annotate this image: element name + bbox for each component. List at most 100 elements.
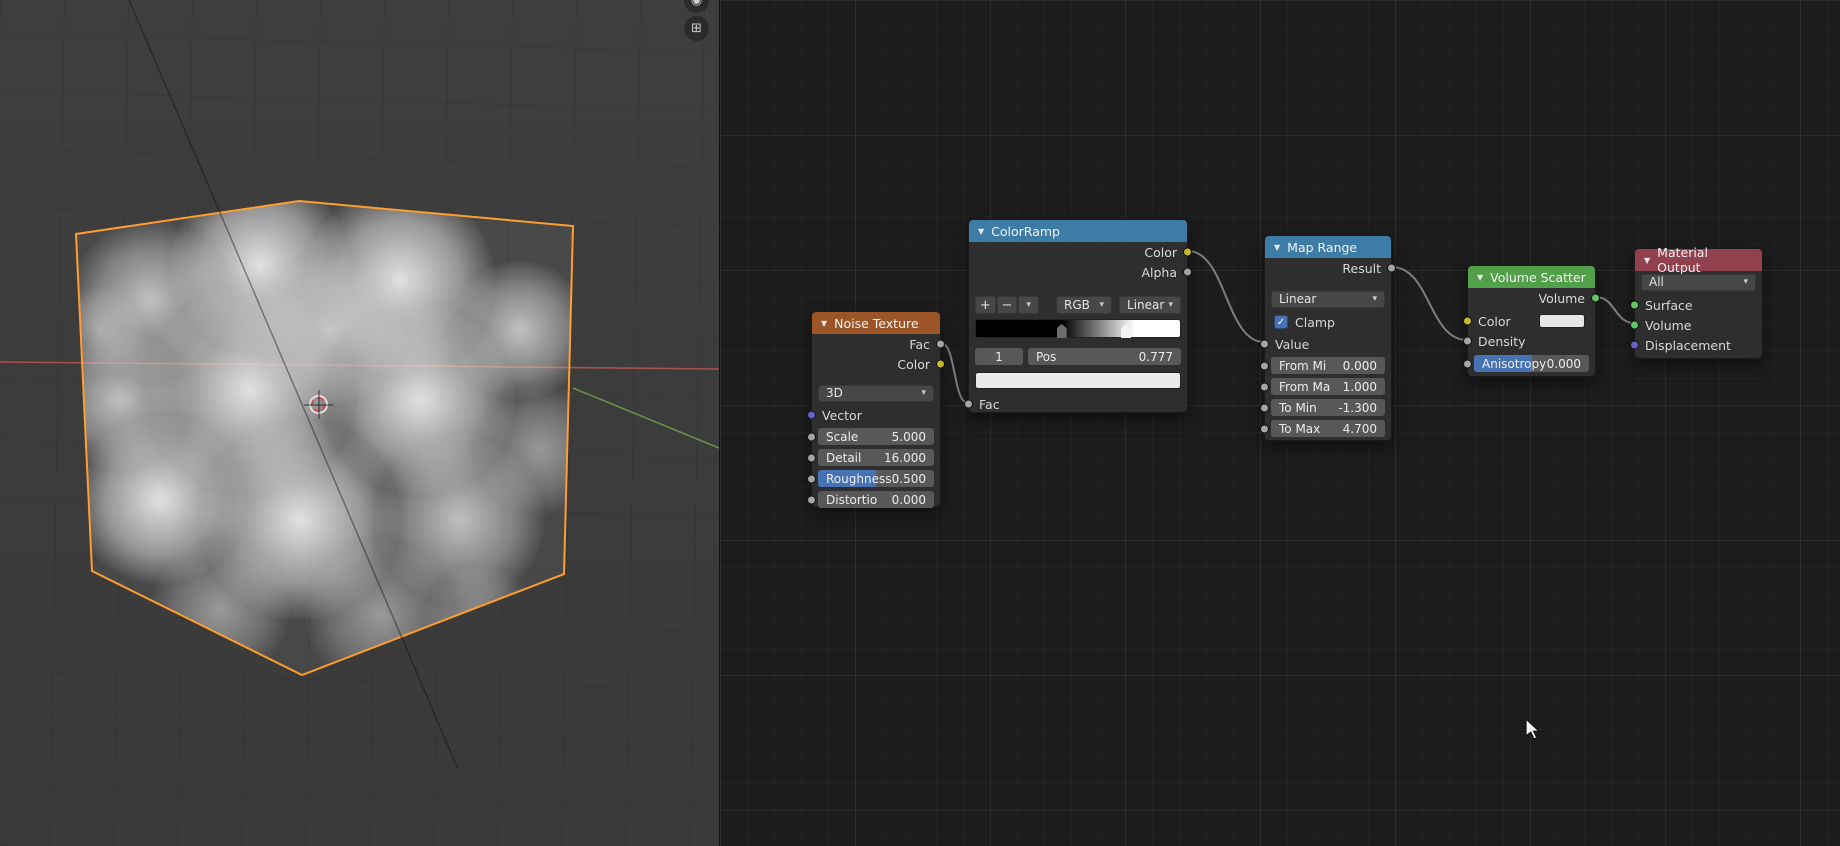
add-stop-button[interactable]: + xyxy=(975,296,996,314)
socket-anisotropy-input[interactable] xyxy=(1463,359,1472,368)
socket-vector-input[interactable] xyxy=(807,410,816,420)
socket-volume-output[interactable] xyxy=(1591,293,1600,303)
socket-roughness-input[interactable] xyxy=(807,474,816,483)
target-dropdown[interactable]: All ▾ xyxy=(1641,273,1756,291)
ramp-handle-0[interactable] xyxy=(1056,324,1067,338)
collapse-icon[interactable]: ▼ xyxy=(1274,243,1280,252)
anisotropy-slider[interactable]: Anisotropy 0.000 xyxy=(1474,355,1589,372)
node-title: Noise Texture xyxy=(834,315,919,331)
node-noise-texture[interactable]: ▼ Noise Texture Fac Color 3D ▾ Vector Sc… xyxy=(807,311,945,509)
slider-label: Distortio xyxy=(826,492,878,507)
socket-from-max-input[interactable] xyxy=(1260,382,1269,391)
distortion-row: Distortio 0.000 xyxy=(807,490,940,509)
clamp-row: ✓ Clamp xyxy=(1265,314,1391,330)
socket-color-output[interactable] xyxy=(936,359,945,369)
stop-color-swatch[interactable] xyxy=(975,372,1181,389)
node-title: Map Range xyxy=(1287,239,1358,255)
socket-surface-input[interactable] xyxy=(1630,300,1639,310)
dimensions-dropdown[interactable]: 3D ▾ xyxy=(818,384,934,402)
node-material-output[interactable]: ▼ Material Output All ▾ Surface Volume D… xyxy=(1630,245,1763,359)
socket-from-min-input[interactable] xyxy=(1260,361,1269,370)
viewport-3d[interactable]: ◉ ⊞ xyxy=(0,0,719,846)
socket-detail-input[interactable] xyxy=(807,453,816,462)
dropdown-value: All xyxy=(1649,275,1664,289)
socket-value-input[interactable] xyxy=(1260,339,1269,349)
socket-distortion-input[interactable] xyxy=(807,495,816,504)
output-label: Color xyxy=(897,356,930,372)
colorramp-gradient[interactable] xyxy=(975,319,1181,338)
output-row-alpha: Alpha xyxy=(969,262,1192,282)
node-volume-scatter[interactable]: ▼ Volume Scatter Volume Color Density An… xyxy=(1463,265,1600,377)
scale-slider[interactable]: Scale 5.000 xyxy=(818,428,934,445)
stop-position-slider[interactable]: Pos 0.777 xyxy=(1028,348,1181,365)
checkbox-label: Clamp xyxy=(1295,314,1335,330)
remove-stop-button[interactable]: − xyxy=(996,296,1018,314)
node-title: ColorRamp xyxy=(991,223,1060,239)
stop-position-row: 1 Pos 0.777 xyxy=(969,348,1187,366)
socket-scale-input[interactable] xyxy=(807,432,816,441)
socket-displacement-input[interactable] xyxy=(1630,340,1639,350)
slider-label: Roughness xyxy=(826,471,892,486)
node-header[interactable]: ▼ ColorRamp xyxy=(969,220,1187,242)
ramp-options-button[interactable]: ▾ xyxy=(1018,296,1040,314)
socket-fac-output[interactable] xyxy=(936,339,945,349)
selection-outline xyxy=(74,199,575,677)
interpolation-dropdown[interactable]: Linear ▾ xyxy=(1271,290,1385,308)
output-label: Result xyxy=(1342,260,1381,276)
cube-outline-layer xyxy=(74,0,575,770)
output-row-color: Color xyxy=(969,242,1192,262)
dimensions-row: 3D ▾ xyxy=(812,384,940,402)
ramp-handle-1[interactable] xyxy=(1120,324,1131,338)
clamp-checkbox[interactable]: ✓ xyxy=(1274,315,1288,329)
to-min-field[interactable]: To Min -1.300 xyxy=(1271,399,1385,416)
slider-value: 0.000 xyxy=(1546,356,1581,371)
output-row-result: Result xyxy=(1265,258,1396,278)
stop-index-field[interactable]: 1 xyxy=(975,348,1023,365)
collapse-icon[interactable]: ▼ xyxy=(1644,256,1650,265)
slider-label: Anisotropy xyxy=(1482,356,1547,371)
detail-slider[interactable]: Detail 16.000 xyxy=(818,449,934,466)
node-header[interactable]: ▼ Noise Texture xyxy=(812,312,940,334)
slider-value: 5.000 xyxy=(891,429,926,444)
node-color-ramp[interactable]: ▼ ColorRamp Color Alpha + − ▾ RGB ▾ Line… xyxy=(964,219,1192,413)
dropdown-value: Linear xyxy=(1279,292,1317,306)
socket-to-min-input[interactable] xyxy=(1260,403,1269,412)
collapse-icon[interactable]: ▼ xyxy=(1477,273,1483,282)
to-min-row: To Min -1.300 xyxy=(1260,398,1391,417)
socket-to-max-input[interactable] xyxy=(1260,424,1269,433)
camera-icon: ◉ xyxy=(690,0,703,8)
to-max-field[interactable]: To Max 4.700 xyxy=(1271,420,1385,437)
from-min-field[interactable]: From Mi 0.000 xyxy=(1271,357,1385,374)
node-header[interactable]: ▼ Material Output xyxy=(1635,245,1762,275)
socket-color-output[interactable] xyxy=(1183,247,1192,257)
check-icon: ✓ xyxy=(1276,316,1286,328)
collapse-icon[interactable]: ▼ xyxy=(821,319,827,328)
socket-color-input[interactable] xyxy=(1463,316,1472,326)
interpolation-dropdown[interactable]: Linear ▾ xyxy=(1119,296,1182,314)
node-header[interactable]: ▼ Volume Scatter xyxy=(1468,266,1595,288)
distortion-slider[interactable]: Distortio 0.000 xyxy=(818,491,934,508)
blender-window: ◉ ⊞ ▼ Noise Texture Fac Color 3D ▾ Vecto… xyxy=(0,0,1840,846)
collapse-icon[interactable]: ▼ xyxy=(978,227,984,236)
3d-cursor[interactable] xyxy=(311,397,326,412)
socket-volume-input[interactable] xyxy=(1630,320,1639,330)
socket-result-output[interactable] xyxy=(1387,263,1396,273)
node-map-range[interactable]: ▼ Map Range Result Linear ▾ ✓ Clamp Valu… xyxy=(1260,235,1396,441)
slider-label: Pos xyxy=(1036,349,1057,364)
node-header[interactable]: ▼ Map Range xyxy=(1265,236,1391,258)
from-max-field[interactable]: From Ma 1.000 xyxy=(1271,378,1385,395)
roughness-slider[interactable]: Roughness 0.500 xyxy=(818,470,934,487)
roughness-row: Roughness 0.500 xyxy=(807,469,940,488)
color-mode-dropdown[interactable]: RGB ▾ xyxy=(1056,296,1113,314)
color-swatch[interactable] xyxy=(1539,314,1585,328)
viewport-grid-icon[interactable]: ⊞ xyxy=(684,16,709,41)
socket-alpha-output[interactable] xyxy=(1183,267,1192,277)
input-row-value: Value xyxy=(1260,334,1391,354)
socket-density-input[interactable] xyxy=(1463,336,1472,346)
input-row-surface: Surface xyxy=(1630,295,1762,315)
output-label: Fac xyxy=(909,336,930,352)
socket-fac-input[interactable] xyxy=(964,399,973,409)
dropdown-value: 3D xyxy=(826,386,843,400)
input-label: Vector xyxy=(822,407,862,423)
slider-value: 16.000 xyxy=(884,450,926,465)
